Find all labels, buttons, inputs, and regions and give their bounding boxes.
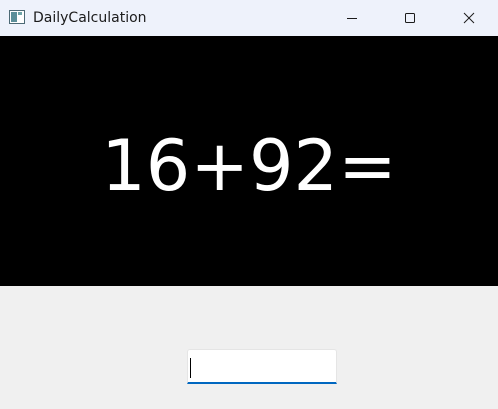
app-window: DailyCalculation 16+92=	[0, 0, 498, 409]
minimize-icon	[346, 12, 358, 24]
window-title: DailyCalculation	[33, 10, 147, 26]
minimize-button[interactable]	[329, 0, 375, 36]
close-button[interactable]	[446, 0, 492, 36]
answer-area	[0, 286, 498, 409]
equation-display: 16+92=	[0, 36, 498, 286]
maximize-icon	[404, 12, 416, 24]
answer-input[interactable]	[187, 349, 337, 384]
text-cursor	[190, 358, 191, 378]
title-bar[interactable]: DailyCalculation	[0, 0, 498, 36]
equation-text: 16+92=	[101, 125, 397, 207]
maximize-button[interactable]	[387, 0, 433, 36]
app-icon	[9, 10, 25, 24]
close-icon	[463, 12, 475, 24]
